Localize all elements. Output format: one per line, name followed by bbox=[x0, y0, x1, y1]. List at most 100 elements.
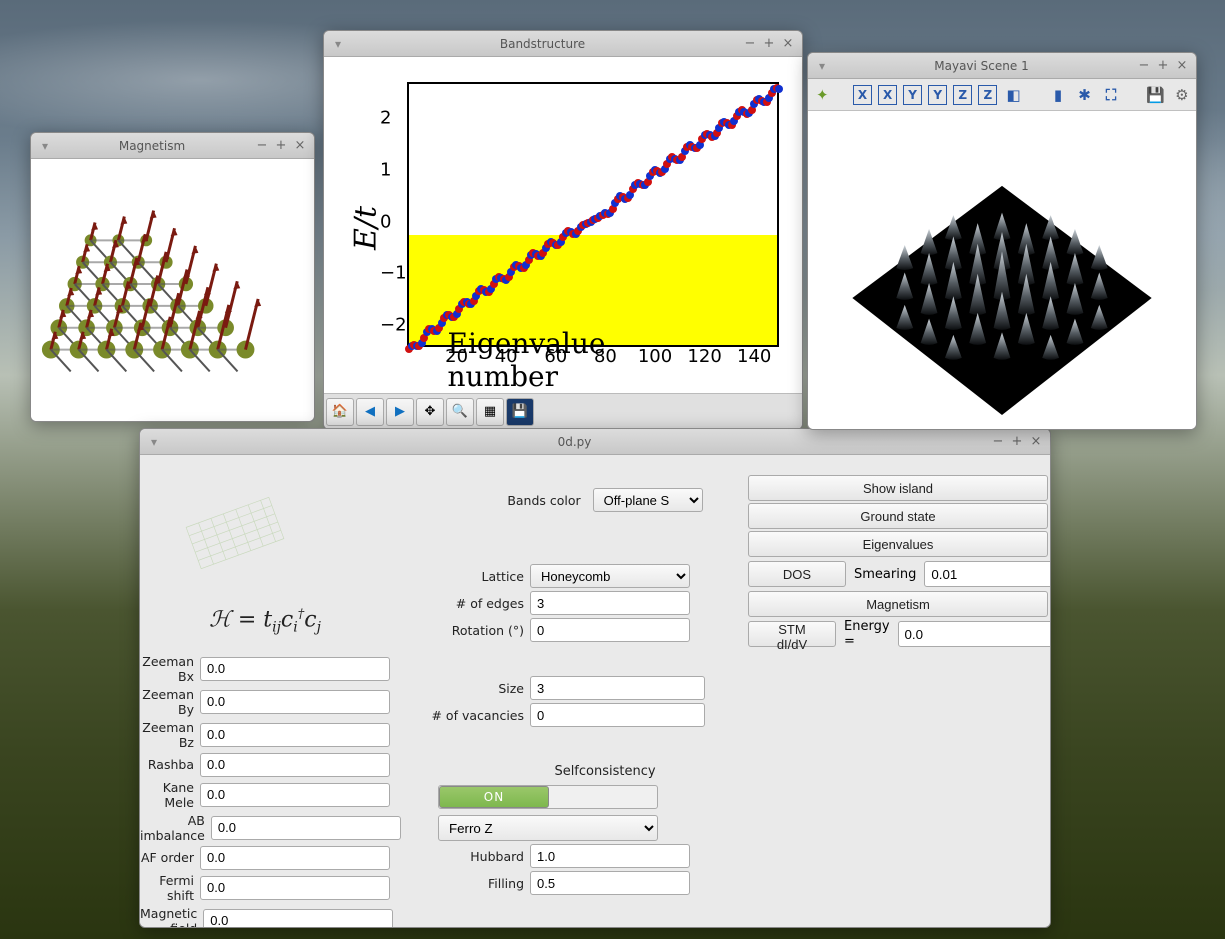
matplotlib-toolbar: 🏠 ◀ ▶ ✥ 🔍 ▦ 💾 bbox=[324, 393, 802, 429]
close-icon[interactable]: × bbox=[1028, 434, 1044, 450]
mayavi-title: Mayavi Scene 1 bbox=[830, 59, 1133, 73]
hubbard-label: Hubbard bbox=[430, 849, 530, 864]
lattice-preview-icon bbox=[180, 493, 290, 573]
rashba-input[interactable] bbox=[200, 753, 390, 777]
chevron-down-icon[interactable]: ▾ bbox=[814, 58, 830, 74]
smearing-input[interactable] bbox=[924, 561, 1050, 587]
isometric-view-icon[interactable]: ◧ bbox=[1003, 83, 1023, 107]
minimize-icon[interactable]: − bbox=[990, 434, 1006, 450]
af-order-label: AF order bbox=[140, 850, 200, 865]
ab-imbalance-input[interactable] bbox=[211, 816, 401, 840]
magnetism-window: ▾ Magnetism − + × bbox=[30, 132, 315, 422]
n-vacancies-input[interactable] bbox=[530, 703, 705, 727]
chevron-down-icon[interactable]: ▾ bbox=[330, 36, 346, 52]
rashba-label: Rashba bbox=[140, 757, 200, 772]
n-edges-label: # of edges bbox=[430, 596, 530, 611]
energy-input[interactable] bbox=[898, 621, 1050, 647]
mayavi-3d-viewport[interactable] bbox=[808, 111, 1196, 429]
minimize-icon[interactable]: − bbox=[1136, 58, 1152, 74]
ab-imbalance-label: AB imbalance bbox=[140, 813, 211, 843]
configure-subplots-icon[interactable]: ▦ bbox=[476, 398, 504, 426]
hubbard-input[interactable] bbox=[530, 844, 690, 868]
maximize-icon[interactable]: + bbox=[273, 138, 289, 154]
minimize-icon[interactable]: − bbox=[742, 36, 758, 52]
rotation-input[interactable] bbox=[530, 618, 690, 642]
view-plus-x-icon[interactable]: X bbox=[853, 85, 872, 105]
fermi-shift-input[interactable] bbox=[200, 876, 390, 900]
stm-button[interactable]: STM dI/dV bbox=[748, 621, 836, 647]
zeeman-bx-label: Zeeman Bx bbox=[140, 654, 200, 684]
rotation-label: Rotation (°) bbox=[430, 623, 530, 638]
forward-arrow-icon[interactable]: ▶ bbox=[386, 398, 414, 426]
chevron-down-icon[interactable]: ▾ bbox=[146, 434, 162, 450]
view-plus-y-icon[interactable]: Y bbox=[903, 85, 922, 105]
mayavi-window: ▾ Mayavi Scene 1 − + × ✦ X X Y Y Z Z ◧ ▮… bbox=[807, 52, 1197, 430]
bands-color-label: Bands color bbox=[507, 493, 586, 508]
mayavi-toolbar: ✦ X X Y Y Z Z ◧ ▮ ✱ ⛶ 💾 ⚙ bbox=[808, 79, 1196, 111]
save-scene-icon[interactable]: ▮ bbox=[1048, 83, 1068, 107]
save-icon[interactable]: 💾 bbox=[506, 398, 534, 426]
size-label: Size bbox=[430, 681, 530, 696]
zeeman-bz-label: Zeeman Bz bbox=[140, 720, 200, 750]
af-order-input[interactable] bbox=[200, 846, 390, 870]
zeeman-by-label: Zeeman By bbox=[140, 687, 200, 717]
band-title: Bandstructure bbox=[346, 37, 739, 51]
main-window: ▾ 0d.py − + × ℋ = tijci†cj Zeeman Bx Zee… bbox=[139, 428, 1051, 928]
main-title: 0d.py bbox=[162, 435, 987, 449]
view-minus-y-icon[interactable]: Y bbox=[928, 85, 947, 105]
kane-mele-input[interactable] bbox=[200, 783, 390, 807]
lattice-select[interactable]: Honeycomb bbox=[530, 564, 690, 588]
view-minus-z-icon[interactable]: Z bbox=[978, 85, 997, 105]
zeeman-bx-input[interactable] bbox=[200, 657, 390, 681]
mayavi-titlebar: ▾ Mayavi Scene 1 − + × bbox=[808, 53, 1196, 79]
magnetic-field-input[interactable] bbox=[203, 909, 393, 927]
band-titlebar: ▾ Bandstructure − + × bbox=[324, 31, 802, 57]
save-icon[interactable]: 💾 bbox=[1145, 83, 1165, 107]
eigenvalues-button[interactable]: Eigenvalues bbox=[748, 531, 1048, 557]
smearing-label: Smearing bbox=[850, 567, 920, 582]
maximize-icon[interactable]: + bbox=[761, 36, 777, 52]
show-island-button[interactable]: Show island bbox=[748, 475, 1048, 501]
pan-icon[interactable]: ✥ bbox=[416, 398, 444, 426]
maximize-icon[interactable]: + bbox=[1155, 58, 1171, 74]
zeeman-bz-input[interactable] bbox=[200, 723, 390, 747]
axes-icon[interactable]: ✦ bbox=[812, 83, 832, 107]
ground-state-button[interactable]: Ground state bbox=[748, 503, 1048, 529]
y-axis-label: E/t bbox=[349, 206, 384, 250]
selfconsistency-toggle[interactable]: ON bbox=[438, 785, 658, 809]
scf-type-select[interactable]: Ferro Z bbox=[438, 815, 658, 841]
back-arrow-icon[interactable]: ◀ bbox=[356, 398, 384, 426]
close-icon[interactable]: × bbox=[1174, 58, 1190, 74]
size-input[interactable] bbox=[530, 676, 705, 700]
filling-label: Filling bbox=[430, 876, 530, 891]
filling-input[interactable] bbox=[530, 871, 690, 895]
scene-light-icon[interactable]: ✱ bbox=[1074, 83, 1094, 107]
dos-button[interactable]: DOS bbox=[748, 561, 846, 587]
chevron-down-icon[interactable]: ▾ bbox=[37, 138, 53, 154]
energy-label: Energy = bbox=[840, 619, 894, 649]
magnetism-button[interactable]: Magnetism bbox=[748, 591, 1048, 617]
home-icon[interactable]: 🏠 bbox=[326, 398, 354, 426]
main-titlebar: ▾ 0d.py − + × bbox=[140, 429, 1050, 455]
lattice-label: Lattice bbox=[430, 569, 530, 584]
close-icon[interactable]: × bbox=[780, 36, 796, 52]
view-plus-z-icon[interactable]: Z bbox=[953, 85, 972, 105]
settings-icon[interactable]: ⚙ bbox=[1172, 83, 1192, 107]
selfconsistency-title: Selfconsistency bbox=[430, 764, 780, 779]
bands-color-select[interactable]: Off-plane S bbox=[593, 488, 703, 512]
minimize-icon[interactable]: − bbox=[254, 138, 270, 154]
close-icon[interactable]: × bbox=[292, 138, 308, 154]
zoom-icon[interactable]: 🔍 bbox=[446, 398, 474, 426]
fermi-shift-label: Fermi shift bbox=[140, 873, 200, 903]
kane-mele-label: Kane Mele bbox=[140, 780, 200, 810]
zeeman-by-input[interactable] bbox=[200, 690, 390, 714]
eigenvalue-scatter-plot[interactable]: E/t Eigenvalue number −2−1012 2040608010… bbox=[332, 67, 794, 389]
magnetism-3d-plot[interactable] bbox=[31, 159, 314, 421]
fullscreen-icon[interactable]: ⛶ bbox=[1101, 83, 1121, 107]
view-minus-x-icon[interactable]: X bbox=[878, 85, 897, 105]
maximize-icon[interactable]: + bbox=[1009, 434, 1025, 450]
n-edges-input[interactable] bbox=[530, 591, 690, 615]
magnetism-title: Magnetism bbox=[53, 139, 251, 153]
magnetic-field-label: Magnetic field bbox=[140, 906, 203, 927]
bandstructure-window: ▾ Bandstructure − + × E/t Eigenvalue num… bbox=[323, 30, 803, 430]
